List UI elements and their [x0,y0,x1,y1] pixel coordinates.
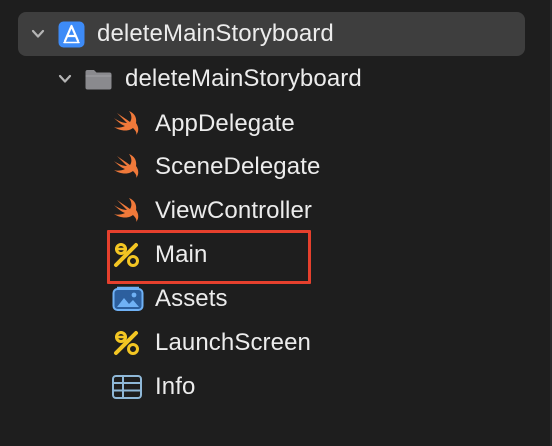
annotation-highlight-box [107,230,311,284]
file-row-viewcontroller[interactable]: ViewController [112,189,312,233]
swift-icon [112,198,142,224]
file-label: ViewController [155,197,313,224]
file-row-appdelegate[interactable]: AppDelegate [112,102,295,146]
asset-catalog-icon [112,286,144,312]
swift-icon [112,154,142,180]
file-label: AppDelegate [155,110,295,137]
group-row[interactable]: deleteMainStoryboard [56,57,362,101]
file-label: SceneDelegate [155,153,321,180]
swift-icon [112,111,142,137]
chevron-down-icon[interactable] [29,25,47,43]
folder-icon [84,68,113,91]
storyboard-icon [112,329,142,357]
project-row[interactable]: deleteMainStoryboard [18,12,525,56]
file-row-scenedelegate[interactable]: SceneDelegate [112,145,320,189]
chevron-down-icon[interactable] [56,70,74,88]
xcode-project-icon [58,21,85,48]
file-row-launchscreen[interactable]: LaunchScreen [112,321,311,365]
group-label: deleteMainStoryboard [125,65,362,92]
file-label: Info [155,373,196,400]
file-label: LaunchScreen [155,329,311,356]
plist-icon [112,375,142,399]
project-navigator: deleteMainStoryboard deleteMainStoryboar… [0,0,552,446]
project-label: deleteMainStoryboard [97,20,334,47]
file-label: Assets [155,285,228,312]
file-row-info[interactable]: Info [112,365,195,409]
